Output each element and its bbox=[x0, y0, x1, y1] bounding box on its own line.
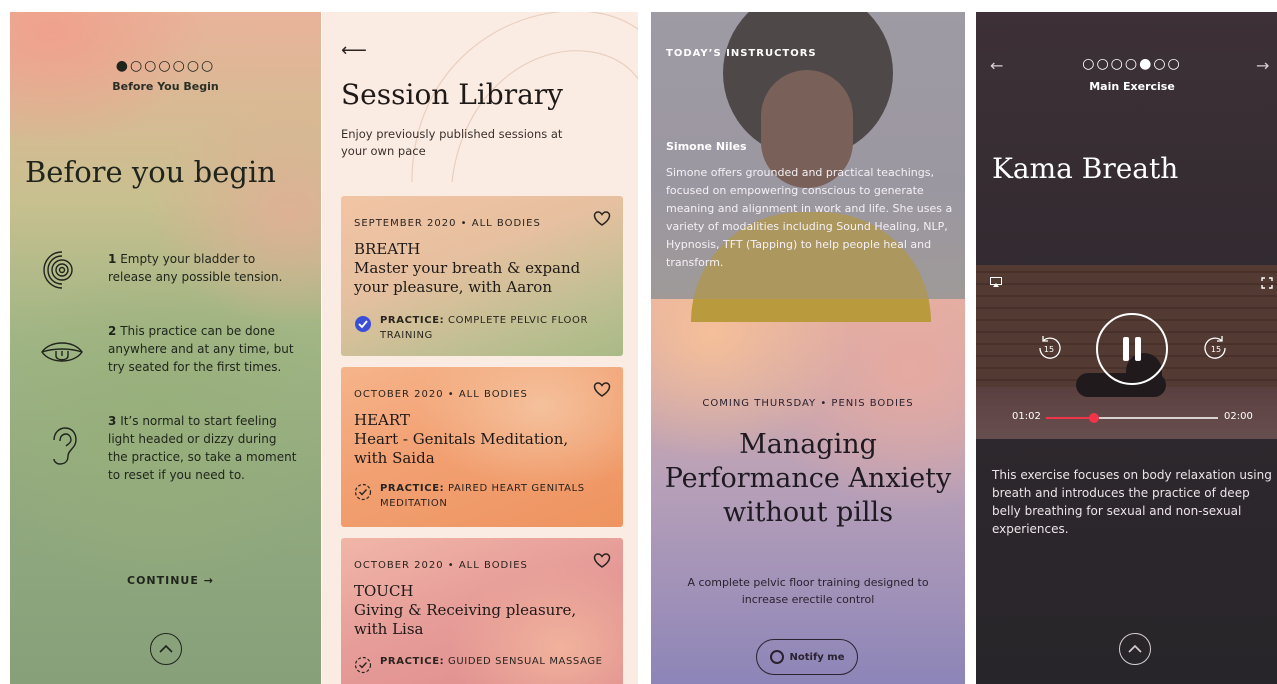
circle-icon bbox=[769, 650, 784, 664]
session-card[interactable]: OCTOBER 2020 • ALL BODIES HEART Heart - G… bbox=[341, 367, 623, 527]
section-label: TODAY’S INSTRUCTORS bbox=[666, 48, 817, 59]
progress-track[interactable] bbox=[1046, 413, 1218, 423]
instructor-name: Simone Niles bbox=[666, 140, 747, 153]
step-label: Main Exercise bbox=[1089, 80, 1175, 93]
session-library-screen: ⟵ Session Library Enjoy previously publi… bbox=[322, 12, 638, 684]
session-practice: PRACTICE: GUIDED SENSUAL MASSAGE bbox=[354, 654, 604, 674]
pause-icon bbox=[1123, 337, 1129, 361]
forward-label: 15 bbox=[1211, 345, 1221, 354]
screen-title: Before you begin bbox=[25, 155, 276, 189]
session-title: TOUCH Giving & Receiving pleasure, with L… bbox=[354, 582, 577, 638]
chevron-up-icon bbox=[1128, 644, 1142, 653]
step-dots: ●○○○○○○ bbox=[115, 58, 216, 74]
forward-15-icon[interactable]: 15 bbox=[1201, 333, 1231, 363]
rewind-15-icon[interactable]: 15 bbox=[1034, 333, 1064, 363]
exercise-player-screen: ← ○○○○●○○ → Main Exercise Kama Breath 15… bbox=[976, 12, 1277, 684]
session-meta: OCTOBER 2020 • ALL BODIES bbox=[354, 560, 528, 571]
screen-title: Session Library bbox=[341, 78, 563, 111]
check-circle-icon bbox=[355, 316, 371, 332]
exercise-title: Kama Breath bbox=[992, 152, 1179, 185]
session-practice: PRACTICE: PAIRED HEART GENITALS MEDITATI… bbox=[354, 481, 604, 511]
heart-icon[interactable] bbox=[593, 381, 611, 399]
session-card[interactable]: OCTOBER 2020 • ALL BODIES TOUCH Giving & … bbox=[341, 538, 623, 684]
session-meta: SEPTEMBER 2020 • ALL BODIES bbox=[354, 218, 541, 229]
before-you-begin-screen: ●○○○○○○ Before You Begin Before you begi… bbox=[10, 12, 321, 684]
continue-button[interactable]: CONTINUE → bbox=[127, 574, 214, 587]
tip-1: 1 Empty your bladder to release any poss… bbox=[108, 252, 283, 284]
spiral-icon bbox=[43, 251, 73, 289]
session-meta: OCTOBER 2020 • ALL BODIES bbox=[354, 389, 528, 400]
fullscreen-icon[interactable] bbox=[1261, 277, 1273, 289]
tip-3: 3 It’s normal to start feeling light hea… bbox=[108, 414, 297, 482]
session-meta: COMING THURSDAY • PENIS BODIES bbox=[702, 398, 914, 409]
pause-button[interactable] bbox=[1096, 313, 1168, 385]
notify-button[interactable]: Notify me bbox=[756, 639, 858, 675]
back-button[interactable]: ⟵ bbox=[341, 40, 367, 61]
chevron-up-icon bbox=[159, 644, 173, 653]
collapse-button[interactable] bbox=[1119, 633, 1151, 665]
dashed-check-circle-icon bbox=[354, 656, 372, 674]
airplay-icon[interactable] bbox=[990, 277, 1002, 287]
session-description: A complete pelvic floor training designe… bbox=[687, 576, 929, 606]
collapse-button[interactable] bbox=[150, 633, 182, 665]
step-label: Before You Begin bbox=[112, 80, 219, 93]
next-button[interactable]: → bbox=[1256, 56, 1269, 75]
screen-subtitle: Enjoy previously published sessions at y… bbox=[341, 127, 563, 158]
session-practice: PRACTICE: COMPLETE PELVIC FLOOR TRAINING bbox=[354, 313, 604, 343]
video-player[interactable]: 15 15 01:02 02:00 bbox=[976, 265, 1277, 439]
duration-time: 02:00 bbox=[1224, 411, 1253, 422]
progress-fill bbox=[1046, 417, 1095, 419]
heart-icon[interactable] bbox=[593, 552, 611, 570]
step-dots: ○○○○●○○ bbox=[1082, 56, 1182, 72]
instructor-screen: TODAY’S INSTRUCTORS Simone Niles Simone … bbox=[651, 12, 965, 684]
session-title: Managing Performance Anxiety without pil… bbox=[664, 429, 952, 528]
session-title: HEART Heart - Genitals Meditation, with S… bbox=[354, 411, 569, 467]
dashed-check-circle-icon bbox=[354, 483, 372, 501]
heart-icon[interactable] bbox=[593, 210, 611, 228]
instructor-bio: Simone offers grounded and practical tea… bbox=[666, 166, 953, 269]
rewind-label: 15 bbox=[1044, 345, 1054, 354]
session-card[interactable]: SEPTEMBER 2020 • ALL BODIES BREATH Master… bbox=[341, 196, 623, 356]
exercise-description: This exercise focuses on body relaxation… bbox=[992, 468, 1272, 536]
elapsed-time: 01:02 bbox=[1012, 411, 1041, 422]
session-title: BREATH Master your breath & expand your p… bbox=[354, 240, 581, 296]
tip-2: 2 This practice can be done anywhere and… bbox=[108, 324, 294, 374]
mouth-icon bbox=[41, 342, 83, 362]
ear-icon bbox=[53, 427, 77, 465]
